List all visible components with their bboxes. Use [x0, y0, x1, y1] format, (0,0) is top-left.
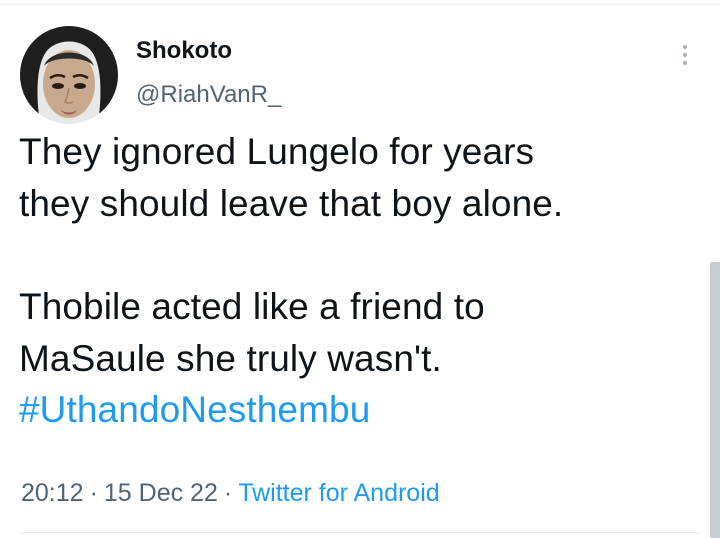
author-handle[interactable]: @RiahVanR_ [136, 80, 281, 110]
avatar-image [20, 26, 118, 124]
hashtag-link[interactable]: #UthandoNesthembu [19, 389, 370, 430]
tweet-date[interactable]: 15 Dec 22 [104, 479, 218, 507]
meta-separator: · [89, 479, 98, 507]
more-options-button[interactable] [672, 40, 698, 70]
more-vertical-icon [683, 45, 687, 49]
tweet-text: They ignored Lungelo for years they shou… [19, 126, 699, 436]
scrollbar-thumb[interactable] [710, 262, 720, 538]
more-vertical-icon-dot [683, 53, 687, 57]
tweet-text-line: They ignored Lungelo for years [19, 131, 535, 172]
tweet-text-line: Thobile acted like a friend to [19, 286, 485, 327]
more-vertical-icon-dot [683, 61, 687, 65]
tweet-detail-screen: Shokoto @RiahVanR_ They ignored Lungelo … [0, 0, 720, 538]
tweet-time[interactable]: 20:12 [21, 479, 84, 507]
tweet-meta: 20:12 · 15 Dec 22 · Twitter for Android [21, 478, 440, 508]
author-display-name[interactable]: Shokoto [136, 36, 232, 66]
tweet-text-line: they should leave that boy alone. [19, 182, 564, 224]
avatar[interactable] [20, 26, 118, 124]
tweet-text-line: MaSaule she truly wasn't. [19, 337, 442, 379]
bottom-divider [20, 532, 700, 533]
tweet-source-link[interactable]: Twitter for Android [238, 479, 439, 507]
meta-separator: · [223, 479, 233, 507]
top-divider [0, 4, 720, 5]
